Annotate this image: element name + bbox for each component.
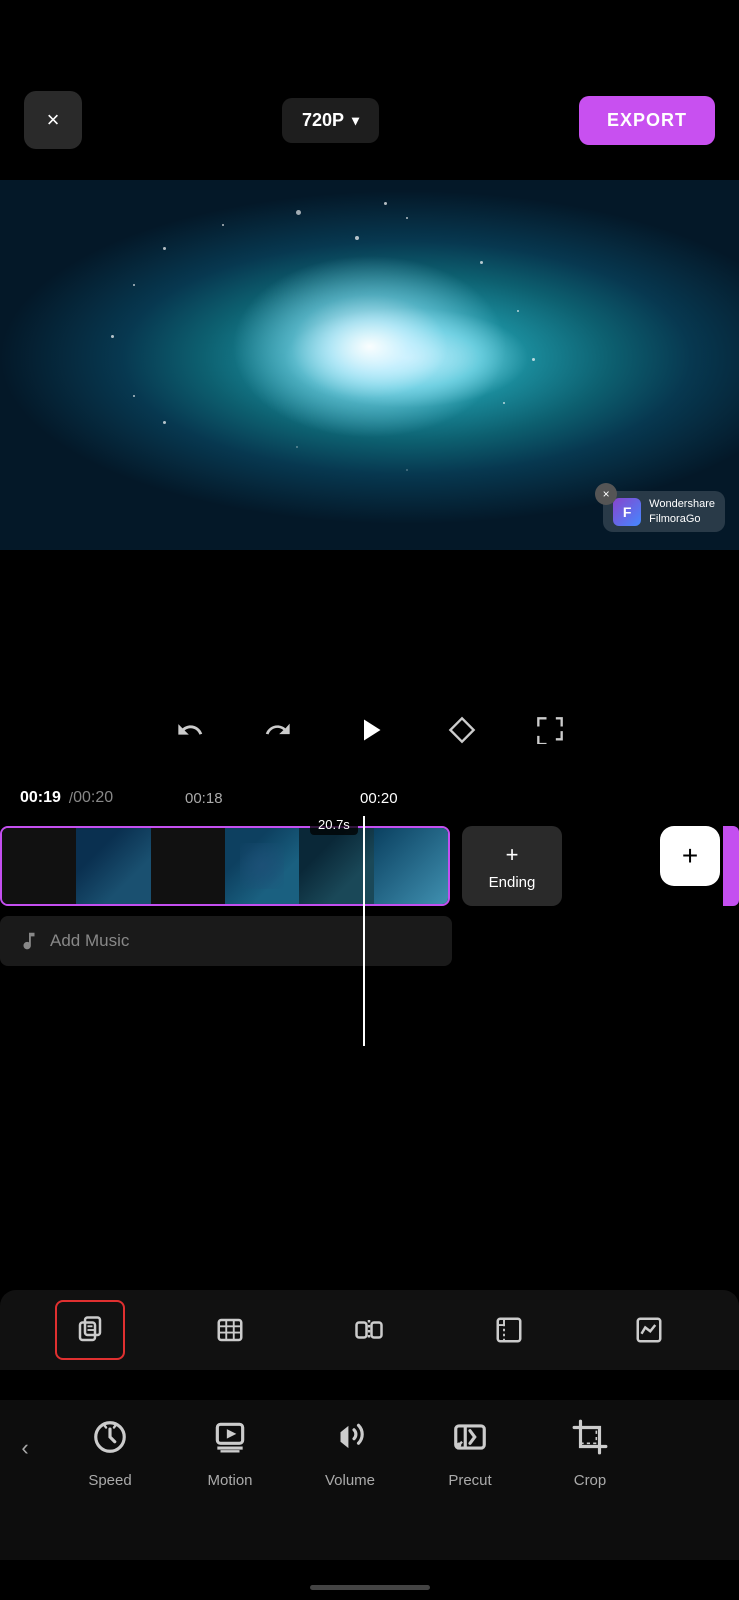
strip-end-handle[interactable] xyxy=(723,826,739,906)
speed-icon xyxy=(91,1418,129,1464)
time-mark-2: 00:20 xyxy=(360,790,398,807)
timeline-timestamps: 00:19 / 00:20 00:18 00:20 xyxy=(0,780,739,816)
redo-icon xyxy=(264,716,292,744)
volume-label: Volume xyxy=(325,1472,375,1489)
strip-frame-6 xyxy=(374,828,448,904)
crop-label: Crop xyxy=(574,1472,607,1489)
video-preview: × F Wondershare FilmoraGo xyxy=(0,180,739,550)
tool-trim-button[interactable] xyxy=(195,1300,265,1360)
tool-corner-button[interactable] xyxy=(474,1300,544,1360)
top-bar: × 720P ▾ EXPORT xyxy=(0,0,739,180)
nav-item-motion[interactable]: Motion xyxy=(170,1418,290,1489)
redo-button[interactable] xyxy=(234,716,322,744)
add-music-row[interactable]: Add Music xyxy=(0,916,452,966)
controls-row xyxy=(0,690,739,770)
split-icon xyxy=(354,1315,384,1345)
precut-label: Precut xyxy=(448,1472,491,1489)
nav-item-speed[interactable]: Speed xyxy=(50,1418,170,1489)
watermark: × F Wondershare FilmoraGo xyxy=(603,491,725,532)
add-clip-button[interactable]: + xyxy=(660,826,720,886)
undo-icon xyxy=(176,716,204,744)
volume-icon xyxy=(331,1418,369,1464)
speed-label: Speed xyxy=(88,1472,131,1489)
ending-button[interactable]: + Ending xyxy=(462,826,562,906)
precut-icon xyxy=(451,1418,489,1464)
keyframe-button[interactable] xyxy=(418,716,506,744)
video-strip[interactable] xyxy=(0,826,450,906)
nav-item-precut[interactable]: Precut xyxy=(410,1418,530,1489)
crop-icon xyxy=(571,1418,609,1464)
motion-icon xyxy=(211,1418,249,1464)
music-icon xyxy=(18,930,40,952)
close-button[interactable]: × xyxy=(24,91,82,149)
strip-frame-4 xyxy=(225,828,299,904)
corner-icon xyxy=(494,1315,524,1345)
timeline-area: 20.7s + Ending + Add Music xyxy=(0,816,739,1046)
duration-badge: 20.7s xyxy=(310,814,358,835)
undo-button[interactable] xyxy=(146,716,234,744)
tool-split-button[interactable] xyxy=(334,1300,404,1360)
fullscreen-icon xyxy=(536,716,564,744)
play-icon xyxy=(352,712,388,748)
chart-icon xyxy=(634,1315,664,1345)
keyframe-icon xyxy=(448,716,476,744)
strip-frame-3 xyxy=(151,828,225,904)
time-mark-1: 00:18 xyxy=(185,790,223,807)
tool-copy-button[interactable] xyxy=(55,1300,125,1360)
quality-button[interactable]: 720P ▾ xyxy=(282,98,379,143)
add-music-label: Add Music xyxy=(50,931,129,951)
back-button[interactable]: ‹ xyxy=(0,1418,50,1478)
playhead xyxy=(363,816,365,1046)
watermark-text: Wondershare FilmoraGo xyxy=(649,497,715,526)
copy-icon xyxy=(75,1315,105,1345)
export-button[interactable]: EXPORT xyxy=(579,96,715,145)
watermark-logo: F xyxy=(613,498,641,526)
bottom-nav: ‹ Speed xyxy=(0,1400,739,1560)
current-time: 00:19 xyxy=(20,789,61,807)
play-button[interactable] xyxy=(322,712,418,748)
tool-chart-button[interactable] xyxy=(614,1300,684,1360)
strip-frame-1 xyxy=(2,828,76,904)
nav-items: Speed Motion Vo xyxy=(50,1418,739,1489)
tool-icons-row xyxy=(0,1290,739,1370)
total-time: 00:20 xyxy=(73,789,113,807)
fullscreen-button[interactable] xyxy=(506,716,594,744)
strip-frame-2 xyxy=(76,828,150,904)
trim-icon xyxy=(215,1315,245,1345)
nav-item-crop[interactable]: Crop xyxy=(530,1418,650,1489)
motion-label: Motion xyxy=(207,1472,252,1489)
nav-item-volume[interactable]: Volume xyxy=(290,1418,410,1489)
bottom-indicator xyxy=(310,1585,430,1590)
